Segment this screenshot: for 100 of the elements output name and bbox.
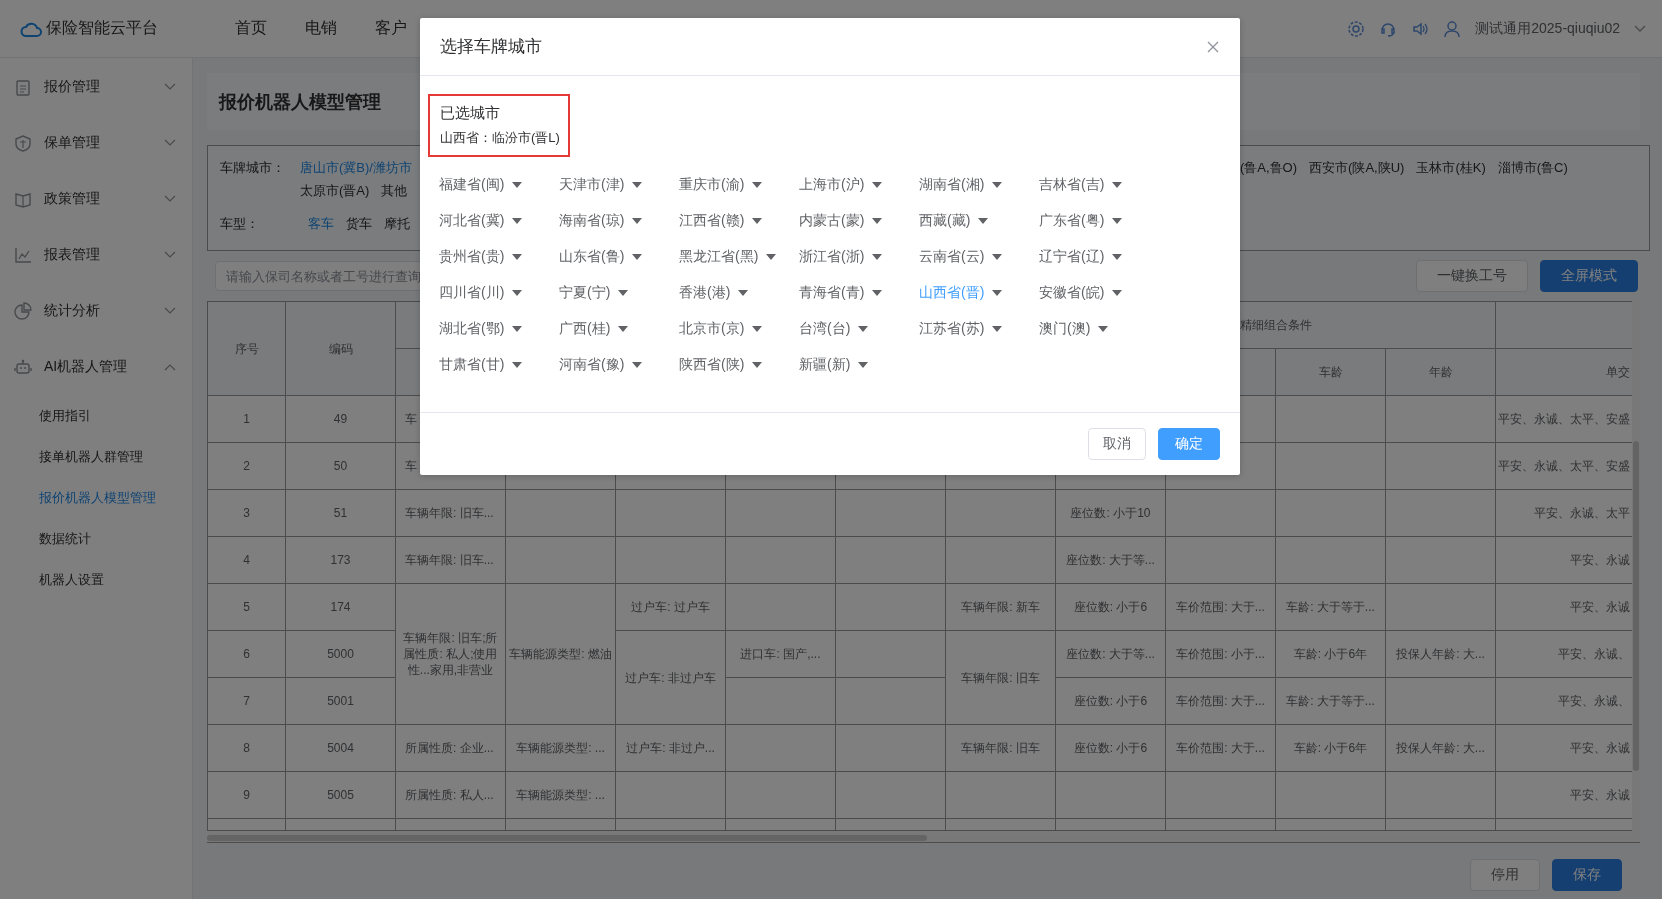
province-option[interactable]: 上海市(沪) <box>799 176 865 194</box>
sidebar-subitem[interactable]: 机器人设置 <box>0 559 192 600</box>
table-cell: 座位数: 大于等... <box>1055 536 1166 584</box>
province-option[interactable]: 四川省(川) <box>439 284 505 302</box>
province-option[interactable]: 青海省(青) <box>799 284 865 302</box>
province-option[interactable]: 西藏(藏) <box>919 212 971 230</box>
nav-link[interactable]: 电销 <box>286 18 356 39</box>
table-cell: 车龄: 大于等于... <box>1275 677 1386 725</box>
sidebar-item[interactable]: 政策管理 <box>44 190 152 208</box>
caret-down-icon[interactable] <box>978 218 989 224</box>
dialog-title: 选择车牌城市 <box>440 36 543 58</box>
caret-down-icon[interactable] <box>1112 290 1123 296</box>
province-option[interactable]: 辽宁省(辽) <box>1039 248 1105 266</box>
caret-down-icon[interactable] <box>872 254 883 260</box>
sidebar-subitem[interactable]: 数据统计 <box>0 518 192 559</box>
caret-down-icon[interactable] <box>992 290 1003 296</box>
sidebar-item[interactable]: 保单管理 <box>44 134 152 152</box>
filter-option[interactable]: 淄博市(鲁C) <box>1497 158 1568 177</box>
column-header: 车龄 <box>1275 348 1386 396</box>
province-option[interactable]: 香港(港) <box>679 284 731 302</box>
province-option[interactable]: 澳门(澳) <box>1039 320 1091 338</box>
username[interactable]: 测试通用2025-qiuqiu02 <box>1475 19 1620 38</box>
caret-down-icon[interactable] <box>618 326 629 332</box>
table-cell: 车辆年限: 旧车 <box>945 724 1056 772</box>
dialog-button[interactable]: 取消 <box>1088 428 1146 460</box>
filter-option[interactable]: 西安市(陕A,陕U) <box>1309 158 1405 177</box>
province-option[interactable]: 海南省(琼) <box>559 212 625 230</box>
table-cell: 车辆年限: 旧车 <box>945 630 1056 725</box>
caret-down-icon[interactable] <box>992 254 1003 260</box>
province-option[interactable]: 浙江省(浙) <box>799 248 865 266</box>
table-cell: 49 <box>285 395 396 443</box>
caret-down-icon[interactable] <box>992 326 1003 332</box>
province-option[interactable]: 山东省(鲁) <box>559 248 625 266</box>
caret-down-icon[interactable] <box>858 326 869 332</box>
province-option[interactable]: 黑龙江省(黑) <box>679 248 759 266</box>
province-option[interactable]: 安徽省(皖) <box>1039 284 1105 302</box>
province-option[interactable]: 陕西省(陕) <box>679 356 745 374</box>
province-option[interactable]: 湖北省(鄂) <box>439 320 505 338</box>
province-option[interactable]: 内蒙古(蒙) <box>799 212 865 230</box>
caret-down-icon[interactable] <box>872 218 883 224</box>
province-option[interactable]: 宁夏(宁) <box>559 284 611 302</box>
sidebar-subitem[interactable]: 接单机器人群管理 <box>0 436 192 477</box>
filter-option[interactable]: 太原市(晋A) <box>300 181 370 200</box>
province-option[interactable]: 广东省(粤) <box>1039 212 1105 230</box>
province-option[interactable]: 台湾(台) <box>799 320 851 338</box>
table-cell: 车龄: 大于等于... <box>1275 583 1386 631</box>
table-cell: 车辆能源类型: 燃油 <box>505 583 616 725</box>
caret-down-icon[interactable] <box>872 290 883 296</box>
caret-down-icon[interactable] <box>512 218 523 224</box>
filter-option[interactable]: (鲁A,鲁O) <box>1240 158 1298 177</box>
province-option[interactable]: 新疆(新) <box>799 356 851 374</box>
province-option[interactable]: 河南省(豫) <box>559 356 625 374</box>
province-option[interactable]: 云南省(云) <box>919 248 985 266</box>
caret-down-icon[interactable] <box>752 182 763 188</box>
toolbar-button[interactable]: 一键换工号 <box>1416 260 1528 292</box>
caret-down-icon[interactable] <box>752 326 763 332</box>
caret-down-icon[interactable] <box>872 182 883 188</box>
sidebar-item[interactable]: 统计分析 <box>44 302 152 320</box>
caret-down-icon[interactable] <box>858 362 869 368</box>
caret-down-icon[interactable] <box>512 362 523 368</box>
menu-glyph-icon <box>14 358 32 376</box>
filter-label: 车牌城市： <box>220 158 286 177</box>
province-option[interactable]: 北京市(京) <box>679 320 745 338</box>
sidebar-item[interactable]: 报表管理 <box>44 246 152 264</box>
table-cell: 5004 <box>285 724 396 772</box>
table-cell: 2 <box>207 442 286 490</box>
filter-option[interactable]: 货车 <box>346 214 372 233</box>
caret-down-icon[interactable] <box>1112 254 1123 260</box>
caret-down-icon[interactable] <box>992 182 1003 188</box>
province-option[interactable]: 贵州省(贵) <box>439 248 505 266</box>
caret-down-icon[interactable] <box>512 326 523 332</box>
caret-down-icon[interactable] <box>752 218 763 224</box>
footer-button[interactable]: 停用 <box>1470 859 1540 891</box>
table-cell: 5001 <box>285 677 396 725</box>
province-option[interactable]: 广西(桂) <box>559 320 611 338</box>
caret-down-icon[interactable] <box>1112 182 1123 188</box>
caret-down-icon[interactable] <box>512 182 523 188</box>
caret-down-icon[interactable] <box>632 182 643 188</box>
province-option[interactable]: 江西省(赣) <box>679 212 745 230</box>
caret-down-icon[interactable] <box>632 362 643 368</box>
caret-down-icon[interactable] <box>1098 326 1109 332</box>
nav-link[interactable]: 首页 <box>216 18 286 39</box>
province-option[interactable]: 天津市(津) <box>559 176 625 194</box>
sidebar-subitem[interactable]: 使用指引 <box>0 395 192 436</box>
province-option[interactable]: 重庆市(渝) <box>679 176 745 194</box>
filter-option[interactable]: 摩托 <box>384 214 410 233</box>
caret-down-icon[interactable] <box>1112 218 1123 224</box>
sidebar-item[interactable]: 报价管理 <box>44 78 152 96</box>
close-icon[interactable] <box>1206 39 1220 54</box>
table-cell: 车辆能源类型: ... <box>505 724 616 772</box>
province-option[interactable]: 江苏省(苏) <box>919 320 985 338</box>
province-option[interactable]: 福建省(闽) <box>439 176 505 194</box>
caret-down-icon[interactable] <box>632 218 643 224</box>
caret-down-icon[interactable] <box>752 362 763 368</box>
filter-option[interactable]: 其他 <box>381 181 408 200</box>
province-option[interactable]: 河北省(冀) <box>439 212 505 230</box>
filter-option[interactable]: 玉林市(桂K) <box>1416 158 1486 177</box>
sidebar-item[interactable]: AI机器人管理 <box>44 358 152 376</box>
province-option[interactable]: 吉林省(吉) <box>1039 176 1105 194</box>
province-option[interactable]: 湖南省(湘) <box>919 176 985 194</box>
